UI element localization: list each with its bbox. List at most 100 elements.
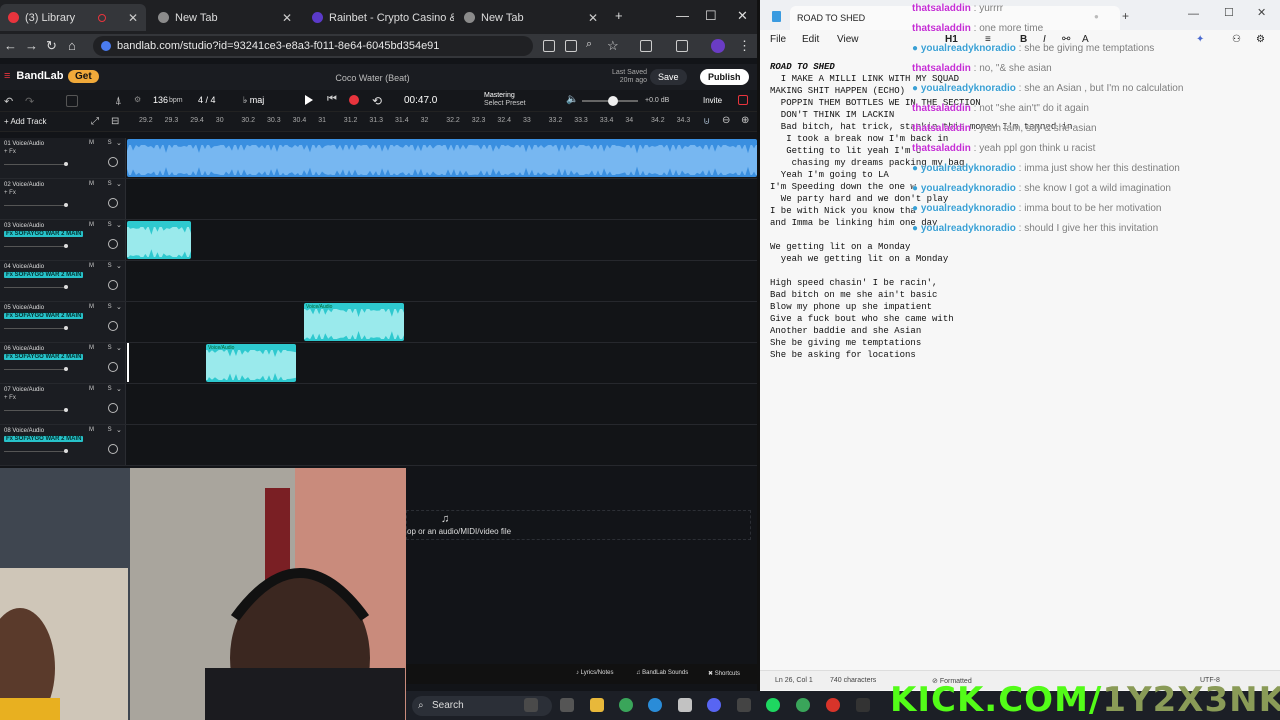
menu-file[interactable]: File	[770, 34, 786, 45]
gift-icon[interactable]	[738, 95, 748, 105]
time-signature[interactable]: 4 / 4	[198, 95, 216, 105]
master-volume-slider[interactable]	[582, 96, 638, 106]
track-row[interactable]: 02 Voice/Audio + Fx M S ⌄	[0, 179, 757, 220]
magnet-icon[interactable]: ⤢	[91, 116, 99, 127]
home-icon[interactable]: ⌂	[68, 38, 76, 53]
save-button[interactable]: Save	[650, 69, 687, 85]
pan-knob[interactable]	[108, 198, 118, 208]
extensions-icon[interactable]	[640, 40, 652, 52]
track-header[interactable]: 02 Voice/Audio + Fx M S ⌄	[0, 179, 126, 219]
track-fx-button[interactable]: Fx SOFAYGO WAR 2 MAIN	[4, 231, 84, 237]
track-row[interactable]: 05 Voice/Audio Fx SOFAYGO WAR 2 MAIN M S ⌄ V…	[0, 302, 757, 343]
menu-edit[interactable]: Edit	[802, 34, 819, 45]
pan-knob[interactable]	[108, 362, 118, 372]
track-volume-handle[interactable]	[64, 326, 68, 330]
task-view-icon[interactable]	[560, 698, 574, 712]
audio-clip[interactable]: Voice/Audio	[304, 303, 404, 341]
mute-solo-buttons[interactable]: M S	[89, 181, 118, 187]
spotify-icon[interactable]	[766, 698, 780, 712]
track-name[interactable]: 07 Voice/Audio	[4, 387, 44, 393]
taskbar-widget-icon[interactable]	[524, 698, 538, 712]
mute-solo-buttons[interactable]: M S	[89, 345, 118, 351]
undo-icon[interactable]: ↶	[4, 95, 13, 108]
track-volume-handle[interactable]	[64, 162, 68, 166]
track-lane[interactable]	[127, 425, 757, 465]
tab-new-tab-2[interactable]: New Tab ✕	[456, 4, 606, 31]
track-row[interactable]: 06 Voice/Audio Fx SOFAYGO WAR 2 MAIN M S ⌄ V…	[0, 343, 757, 384]
track-fx-button[interactable]: Fx SOFAYGO WAR 2 MAIN	[4, 272, 84, 278]
track-row[interactable]: 01 Voice/Audio + Fx M S ⌄	[0, 138, 757, 179]
reload-icon[interactable]: ↻	[46, 38, 57, 54]
track-row[interactable]: 07 Voice/Audio + Fx M S ⌄	[0, 384, 757, 425]
menu-kebab-icon[interactable]: ⋮	[738, 38, 751, 54]
pan-knob[interactable]	[108, 321, 118, 331]
play-button[interactable]	[305, 95, 313, 105]
shortcuts-button[interactable]: ✖ Shortcuts	[708, 670, 740, 677]
track-header[interactable]: 01 Voice/Audio + Fx M S ⌄	[0, 138, 126, 178]
discord-icon[interactable]	[707, 698, 721, 712]
volume-icon[interactable]: 🔈	[566, 94, 578, 105]
auto-scroll-icon[interactable]: ⊍	[703, 116, 710, 127]
lyrics-notes-button[interactable]: ♪ Lyrics/Notes	[576, 670, 613, 676]
app-icon[interactable]	[856, 698, 870, 712]
playhead[interactable]	[127, 343, 129, 382]
track-fx-button[interactable]: + Fx	[4, 395, 16, 401]
timeline-ruler[interactable]: + Add Track ⤢ ⊟ 29.2 29.3 29.4 30 30.2 30.3 30…	[0, 112, 757, 132]
track-fx-button[interactable]: Fx SOFAYGO WAR 2 MAIN	[4, 313, 84, 319]
settings-icon[interactable]: ⚙	[134, 95, 141, 104]
minimize-icon[interactable]: —	[676, 8, 689, 23]
close-tab-icon[interactable]: ✕	[128, 11, 138, 25]
track-volume-handle[interactable]	[64, 367, 68, 371]
track-lane[interactable]	[127, 138, 757, 178]
invite-button[interactable]: Invite	[703, 96, 722, 105]
track-volume-slider[interactable]	[4, 367, 68, 371]
chrome-icon[interactable]	[619, 698, 633, 712]
bandlab-sounds-button[interactable]: ♫ BandLab Sounds	[636, 670, 688, 676]
close-tab-icon[interactable]: ✕	[282, 11, 292, 25]
url-field[interactable]: bandlab.com/studio?id=93241ce3-e8a3-f011…	[93, 36, 533, 56]
mute-solo-buttons[interactable]: M S	[89, 386, 118, 392]
split-view-icon[interactable]	[676, 40, 688, 52]
track-fx-button[interactable]: Fx SOFAYGO WAR 2 MAIN	[4, 354, 84, 360]
close-window-icon[interactable]: ✕	[737, 8, 748, 24]
track-lane[interactable]	[127, 220, 757, 260]
track-fx-button[interactable]: + Fx	[4, 149, 16, 155]
tab-new-tab-1[interactable]: New Tab ✕	[150, 4, 300, 31]
edge-icon[interactable]	[648, 698, 662, 712]
forward-icon[interactable]: →	[25, 38, 38, 53]
track-volume-slider[interactable]	[4, 449, 68, 453]
track-volume-handle[interactable]	[64, 244, 68, 248]
track-name[interactable]: 08 Voice/Audio	[4, 428, 44, 434]
pan-knob[interactable]	[108, 239, 118, 249]
track-name[interactable]: 02 Voice/Audio	[4, 182, 44, 188]
track-volume-handle[interactable]	[64, 449, 68, 453]
track-header[interactable]: 06 Voice/Audio Fx SOFAYGO WAR 2 MAIN M S ⌄	[0, 343, 126, 383]
track-header[interactable]: 05 Voice/Audio Fx SOFAYGO WAR 2 MAIN M S ⌄	[0, 302, 126, 342]
track-volume-handle[interactable]	[64, 203, 68, 207]
bookmark-star-icon[interactable]: ☆	[607, 38, 619, 54]
app-icon[interactable]	[737, 698, 751, 712]
new-tab-icon[interactable]: +	[615, 8, 623, 23]
track-name[interactable]: 03 Voice/Audio	[4, 223, 44, 229]
track-name[interactable]: 04 Voice/Audio	[4, 264, 44, 270]
track-volume-slider[interactable]	[4, 326, 68, 330]
tab-library[interactable]: (3) Library ✕	[0, 4, 146, 31]
track-fx-button[interactable]: + Fx	[4, 190, 16, 196]
menu-view[interactable]: View	[837, 34, 859, 45]
mute-solo-buttons[interactable]: M S	[89, 304, 118, 310]
metronome-icon[interactable]	[66, 95, 78, 107]
track-header[interactable]: 07 Voice/Audio + Fx M S ⌄	[0, 384, 126, 424]
key-selector[interactable]: ♭ maj	[243, 95, 264, 106]
track-name[interactable]: 01 Voice/Audio	[4, 141, 44, 147]
pan-knob[interactable]	[108, 280, 118, 290]
pan-knob[interactable]	[108, 157, 118, 167]
zoom-icon[interactable]: ⌕	[586, 38, 592, 51]
track-header[interactable]: 03 Voice/Audio Fx SOFAYGO WAR 2 MAIN M S ⌄	[0, 220, 126, 260]
audio-clip[interactable]	[127, 221, 191, 259]
publish-button[interactable]: Publish	[700, 69, 749, 85]
chevron-down-icon[interactable]: ⌄	[116, 303, 122, 311]
chevron-down-icon[interactable]: ⌄	[116, 262, 122, 270]
track-lane[interactable]: Voice/Audio	[127, 343, 757, 383]
redo-icon[interactable]: ↷	[25, 95, 34, 108]
track-lane[interactable]	[127, 261, 757, 301]
